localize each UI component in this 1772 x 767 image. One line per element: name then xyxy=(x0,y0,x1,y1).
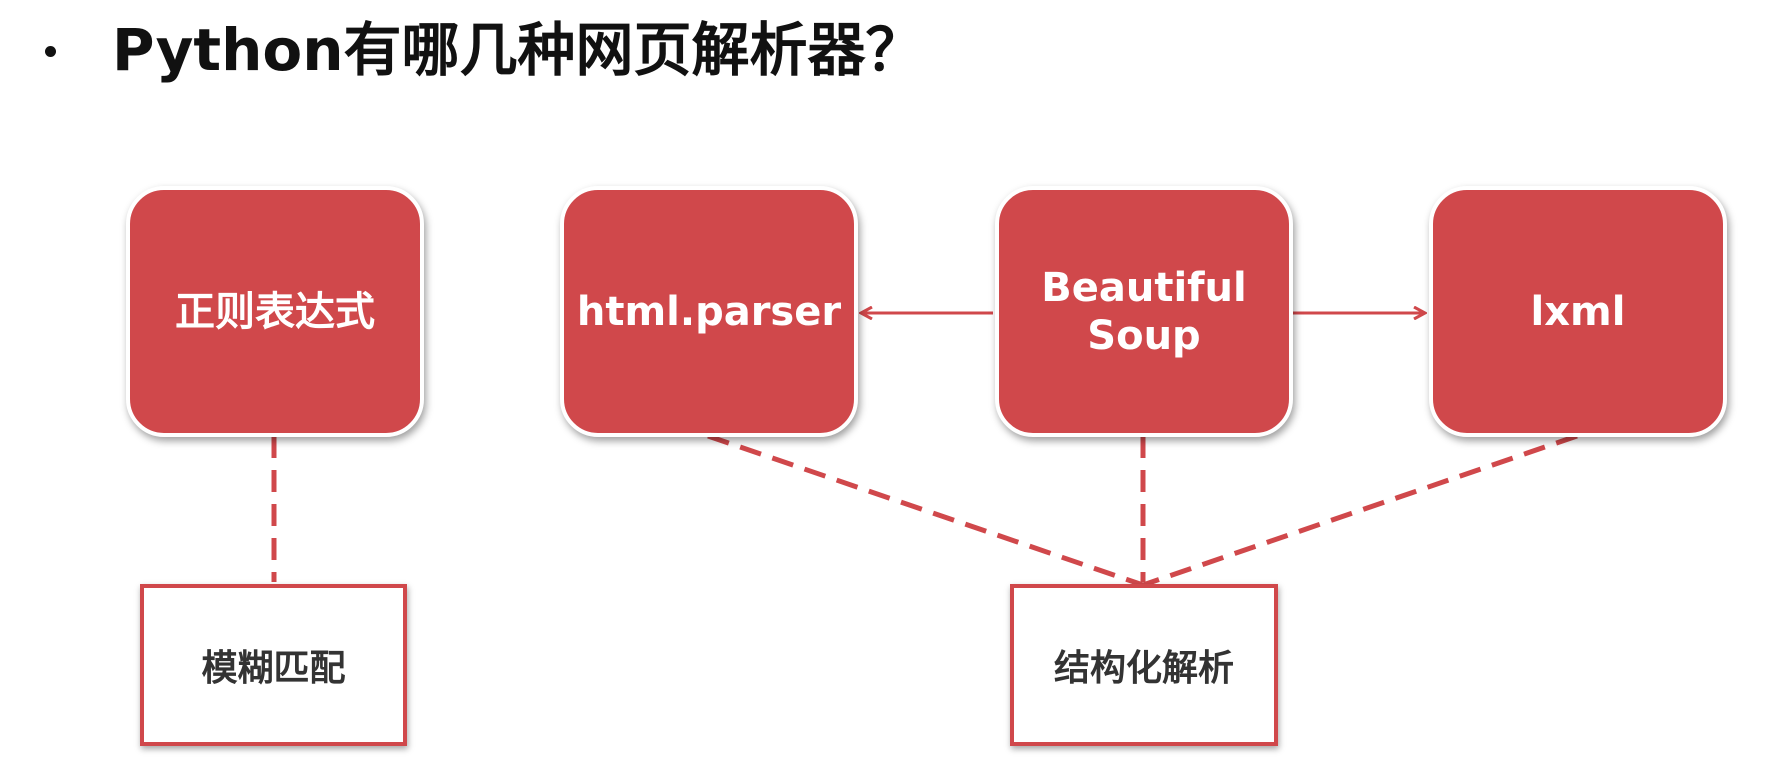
node-beautiful-soup: Beautiful Soup xyxy=(995,186,1293,437)
edge-lxml-to-structured xyxy=(1142,433,1578,588)
node-beautiful-soup-label: Beautiful Soup xyxy=(1033,264,1255,360)
node-html-parser-label: html.parser xyxy=(576,288,842,335)
node-lxml-label: lxml xyxy=(1530,288,1626,335)
node-structured-parse-label: 结构化解析 xyxy=(1053,648,1234,689)
node-html-parser: html.parser xyxy=(560,186,858,437)
node-fuzzy-match: 模糊匹配 xyxy=(140,584,407,746)
slide-canvas: Python有哪几种网页解析器？ 正则表达式 html.parser Beaut… xyxy=(0,0,1772,767)
node-regex-label: 正则表达式 xyxy=(175,288,375,335)
node-structured-parse: 结构化解析 xyxy=(1010,584,1278,746)
node-fuzzy-match-label: 模糊匹配 xyxy=(201,648,346,689)
node-regex: 正则表达式 xyxy=(126,186,424,437)
node-beautiful-soup-line1: Beautiful xyxy=(1041,264,1247,311)
node-beautiful-soup-line2: Soup xyxy=(1087,312,1201,359)
node-lxml: lxml xyxy=(1429,186,1727,437)
edge-html-parser-to-structured xyxy=(707,433,1144,588)
